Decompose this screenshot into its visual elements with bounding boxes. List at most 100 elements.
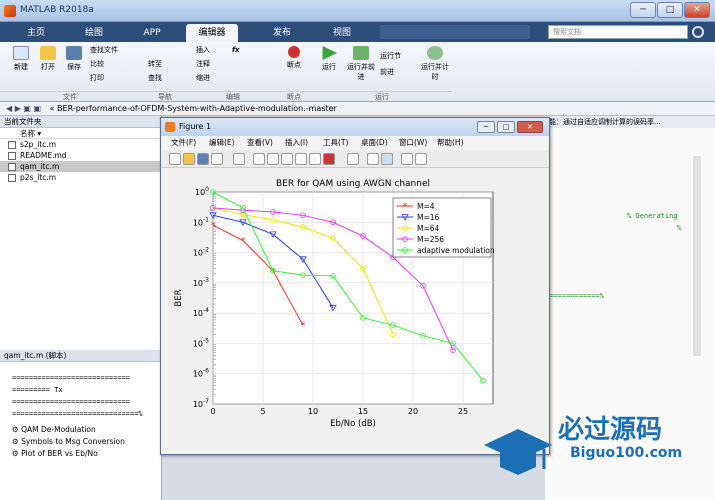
maximize-button[interactable]: □ (657, 2, 683, 18)
section-label: Symbols to Msg Conversion (21, 437, 125, 446)
menu-insert[interactable]: 插入(I) (285, 136, 308, 150)
editor-header: 能：通过自适应调制计算的误码率... (545, 116, 715, 128)
find-button[interactable]: 查找 (148, 72, 162, 84)
comment-button[interactable]: 注释 (196, 58, 210, 70)
editor-ribbon: 新建 打开 保存 查找文件 比较 打印 文件 转至 查找 导航 插入 注释 缩进… (0, 42, 715, 102)
zoom-out-icon[interactable] (267, 153, 279, 165)
hide-tools-icon[interactable] (401, 153, 413, 165)
y-tick-label: 10-4 (193, 307, 209, 318)
new-button[interactable]: 新建 (8, 46, 34, 72)
search-icon[interactable] (692, 26, 704, 38)
section-item[interactable]: ⚙ QAM De-Modulation (12, 424, 125, 436)
pointer-icon[interactable] (233, 153, 245, 165)
save-label: 保存 (67, 63, 81, 71)
pan-icon[interactable] (281, 153, 293, 165)
close-button[interactable]: ✕ (684, 2, 710, 18)
watermark: 必过源码 Biguo100.com (480, 405, 715, 480)
figure-minimize-button[interactable]: ─ (477, 121, 495, 133)
file-row[interactable]: README.md (0, 150, 161, 161)
tab-view[interactable]: 视图 (316, 24, 368, 42)
chart-title: BER for QAM using AWGN channel (276, 179, 430, 189)
link-icon[interactable] (347, 153, 359, 165)
y-tick-label: 10-1 (193, 216, 209, 227)
save-icon[interactable] (197, 153, 209, 165)
zoom-in-icon[interactable] (253, 153, 265, 165)
tab-apps[interactable]: APP (126, 24, 178, 42)
m-file-icon (8, 163, 16, 171)
new-label: 新建 (14, 63, 28, 71)
data-point: * (241, 237, 246, 247)
save-icon (66, 46, 82, 60)
figure-close-button[interactable]: ✕ (517, 121, 543, 133)
open-button[interactable]: 打开 (36, 46, 60, 72)
figure-maximize-button[interactable]: □ (497, 121, 515, 133)
indent-button[interactable]: 缩进 (196, 72, 210, 84)
run-advance-button[interactable]: 运行并前进 (346, 46, 376, 82)
legend-icon[interactable] (381, 153, 393, 165)
insert-button[interactable]: 插入 (196, 44, 210, 56)
print-button[interactable]: 打印 (90, 72, 104, 84)
new-icon (13, 46, 29, 60)
run-button[interactable]: 运行 (318, 46, 340, 72)
y-tick-label: 100 (195, 186, 209, 197)
run-time-button[interactable]: 运行并计时 (418, 46, 452, 82)
current-path-bar[interactable]: ◀ ▶ ▣ ▣ « BER-performance-of-OFDM-System… (0, 102, 715, 116)
menu-tools[interactable]: 工具(T) (323, 136, 348, 150)
save-button[interactable]: 保存 (62, 46, 86, 72)
figure-toolbar (161, 150, 549, 168)
menu-file[interactable]: 文件(F) (171, 136, 196, 150)
search-input[interactable]: 搜索文档 (548, 25, 688, 39)
breakpoints-button[interactable]: 断点 (282, 46, 306, 70)
file-row[interactable]: p2s_itc.m (0, 172, 161, 183)
quick-access-toolbar[interactable] (380, 25, 530, 39)
dock-icon[interactable] (415, 153, 427, 165)
section-label: QAM De-Modulation (21, 425, 96, 434)
advance-button[interactable]: 前进 (380, 66, 394, 78)
name-column-header[interactable]: 名称 ▾ (0, 128, 161, 139)
goto-button[interactable]: 转至 (148, 58, 162, 70)
nav-arrows-icon[interactable]: ◀ ▶ ▣ ▣ (0, 104, 41, 113)
tab-home[interactable]: 主页 (10, 24, 62, 42)
x-tick-label: 25 (458, 407, 468, 416)
run-section-button[interactable]: 运行节 (380, 50, 401, 62)
open-label: 打开 (41, 63, 55, 71)
compare-button[interactable]: 比较 (90, 58, 104, 70)
breakpoints-label: 断点 (287, 61, 301, 69)
file-name: qam_itc.m (20, 162, 60, 171)
print-icon[interactable] (211, 153, 223, 165)
figure-title-bar: Figure 1 ─ □ ✕ (161, 118, 549, 136)
x-tick-label: 10 (308, 407, 318, 416)
current-path[interactable]: « BER-performance-of-OFDM-System-with-Ad… (44, 104, 337, 113)
file-row-selected[interactable]: qam_itc.m (0, 161, 161, 172)
editor-scrollbar[interactable] (693, 156, 701, 356)
colorbar-icon[interactable] (367, 153, 379, 165)
legend-label: M=256 (417, 235, 444, 244)
find-files-button[interactable]: 查找文件 (90, 44, 118, 56)
menu-desktop[interactable]: 桌面(D) (361, 136, 388, 150)
section-item[interactable]: ⚙ Plot of BER vs Eb/No (12, 448, 125, 460)
file-row[interactable]: s2p_itc.m (0, 139, 161, 150)
open-icon[interactable] (183, 153, 195, 165)
menu-edit[interactable]: 编辑(E) (209, 136, 235, 150)
fx-button[interactable]: fx (232, 44, 240, 56)
data-cursor-icon[interactable] (309, 153, 321, 165)
data-point: * (301, 321, 306, 331)
tab-editor[interactable]: 编辑器 (186, 24, 238, 42)
menu-window[interactable]: 窗口(W) (399, 136, 427, 150)
text-file-icon (8, 152, 16, 160)
menu-view[interactable]: 查看(V) (247, 136, 273, 150)
rotate-icon[interactable] (295, 153, 307, 165)
comment-line: % Generating (627, 212, 678, 220)
run-advance-label: 运行并前进 (347, 63, 375, 81)
run-icon (322, 46, 337, 60)
section-item[interactable]: ⚙ Symbols to Msg Conversion (12, 436, 125, 448)
tab-plots[interactable]: 绘图 (68, 24, 120, 42)
group-file: 文件 (0, 91, 140, 101)
section-label: Plot of BER vs Eb/No (21, 449, 98, 458)
tab-publish[interactable]: 发布 (256, 24, 308, 42)
minimize-button[interactable]: ─ (630, 2, 656, 18)
brush-icon[interactable] (323, 153, 335, 165)
code-line: ========= Tx (12, 386, 63, 394)
menu-help[interactable]: 帮助(H) (437, 136, 464, 150)
new-figure-icon[interactable] (169, 153, 181, 165)
